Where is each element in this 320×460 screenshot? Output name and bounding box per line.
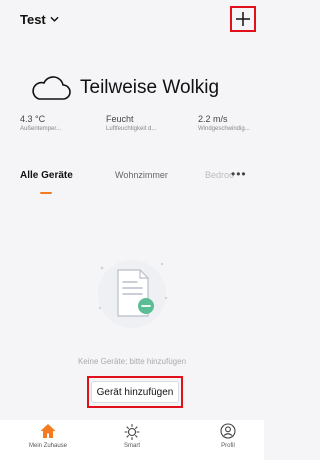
room-tabs: Alle Geräte Wohnzimmer Bedroo bbox=[0, 170, 264, 200]
stat-label: Windgeschwindig... bbox=[198, 126, 250, 132]
stat-value: 2.2 m/s bbox=[198, 114, 228, 124]
empty-list-illustration bbox=[98, 260, 168, 328]
stat-temperature: 4.3 °C Außentemper... bbox=[20, 114, 61, 132]
stat-label: Luftfeuchtigkeit d... bbox=[106, 126, 157, 132]
nav-smart[interactable]: Smart bbox=[102, 422, 162, 449]
tab-alle-geraete[interactable]: Alle Geräte bbox=[20, 170, 73, 181]
stat-humidity: Feucht Luftfeuchtigkeit d... bbox=[106, 114, 156, 132]
nav-profil[interactable]: Profil bbox=[198, 422, 258, 449]
home-name: Test bbox=[20, 12, 46, 27]
bottom-nav: Mein Zuhause Smart Profil bbox=[0, 420, 264, 460]
tab-wohnzimmer[interactable]: Wohnzimmer bbox=[115, 170, 168, 180]
sun-icon bbox=[124, 423, 140, 440]
chevron-down-icon bbox=[50, 16, 59, 22]
more-icon[interactable]: ••• bbox=[231, 167, 247, 181]
stat-label: Außentemper... bbox=[20, 126, 62, 132]
tab-bedroom[interactable]: Bedroo bbox=[205, 170, 234, 180]
empty-message: Keine Geräte; bitte hinzufügen bbox=[77, 357, 187, 366]
nav-mein-zuhause[interactable]: Mein Zuhause bbox=[18, 422, 78, 449]
weather-condition: Teilweise Wolkig bbox=[80, 77, 220, 98]
cloud-icon bbox=[32, 76, 71, 100]
profile-icon bbox=[220, 423, 236, 439]
home-icon bbox=[40, 424, 56, 438]
home-selector[interactable]: Test bbox=[20, 12, 59, 27]
stat-value: Feucht bbox=[106, 114, 134, 124]
add-device-button[interactable]: Gerät hinzufügen bbox=[91, 381, 179, 403]
stat-wind: 2.2 m/s Windgeschwindig... bbox=[198, 114, 250, 132]
add-device-highlight: Gerät hinzufügen bbox=[87, 376, 183, 408]
tab-indicator bbox=[40, 192, 52, 194]
nav-label: Mein Zuhause bbox=[28, 443, 68, 449]
nav-label: Profil bbox=[221, 443, 235, 449]
weather-summary: Teilweise Wolkig bbox=[30, 74, 219, 102]
stat-value: 4.3 °C bbox=[20, 114, 46, 124]
add-button[interactable] bbox=[230, 6, 256, 32]
nav-label: Smart bbox=[123, 443, 140, 449]
plus-icon bbox=[236, 12, 250, 26]
